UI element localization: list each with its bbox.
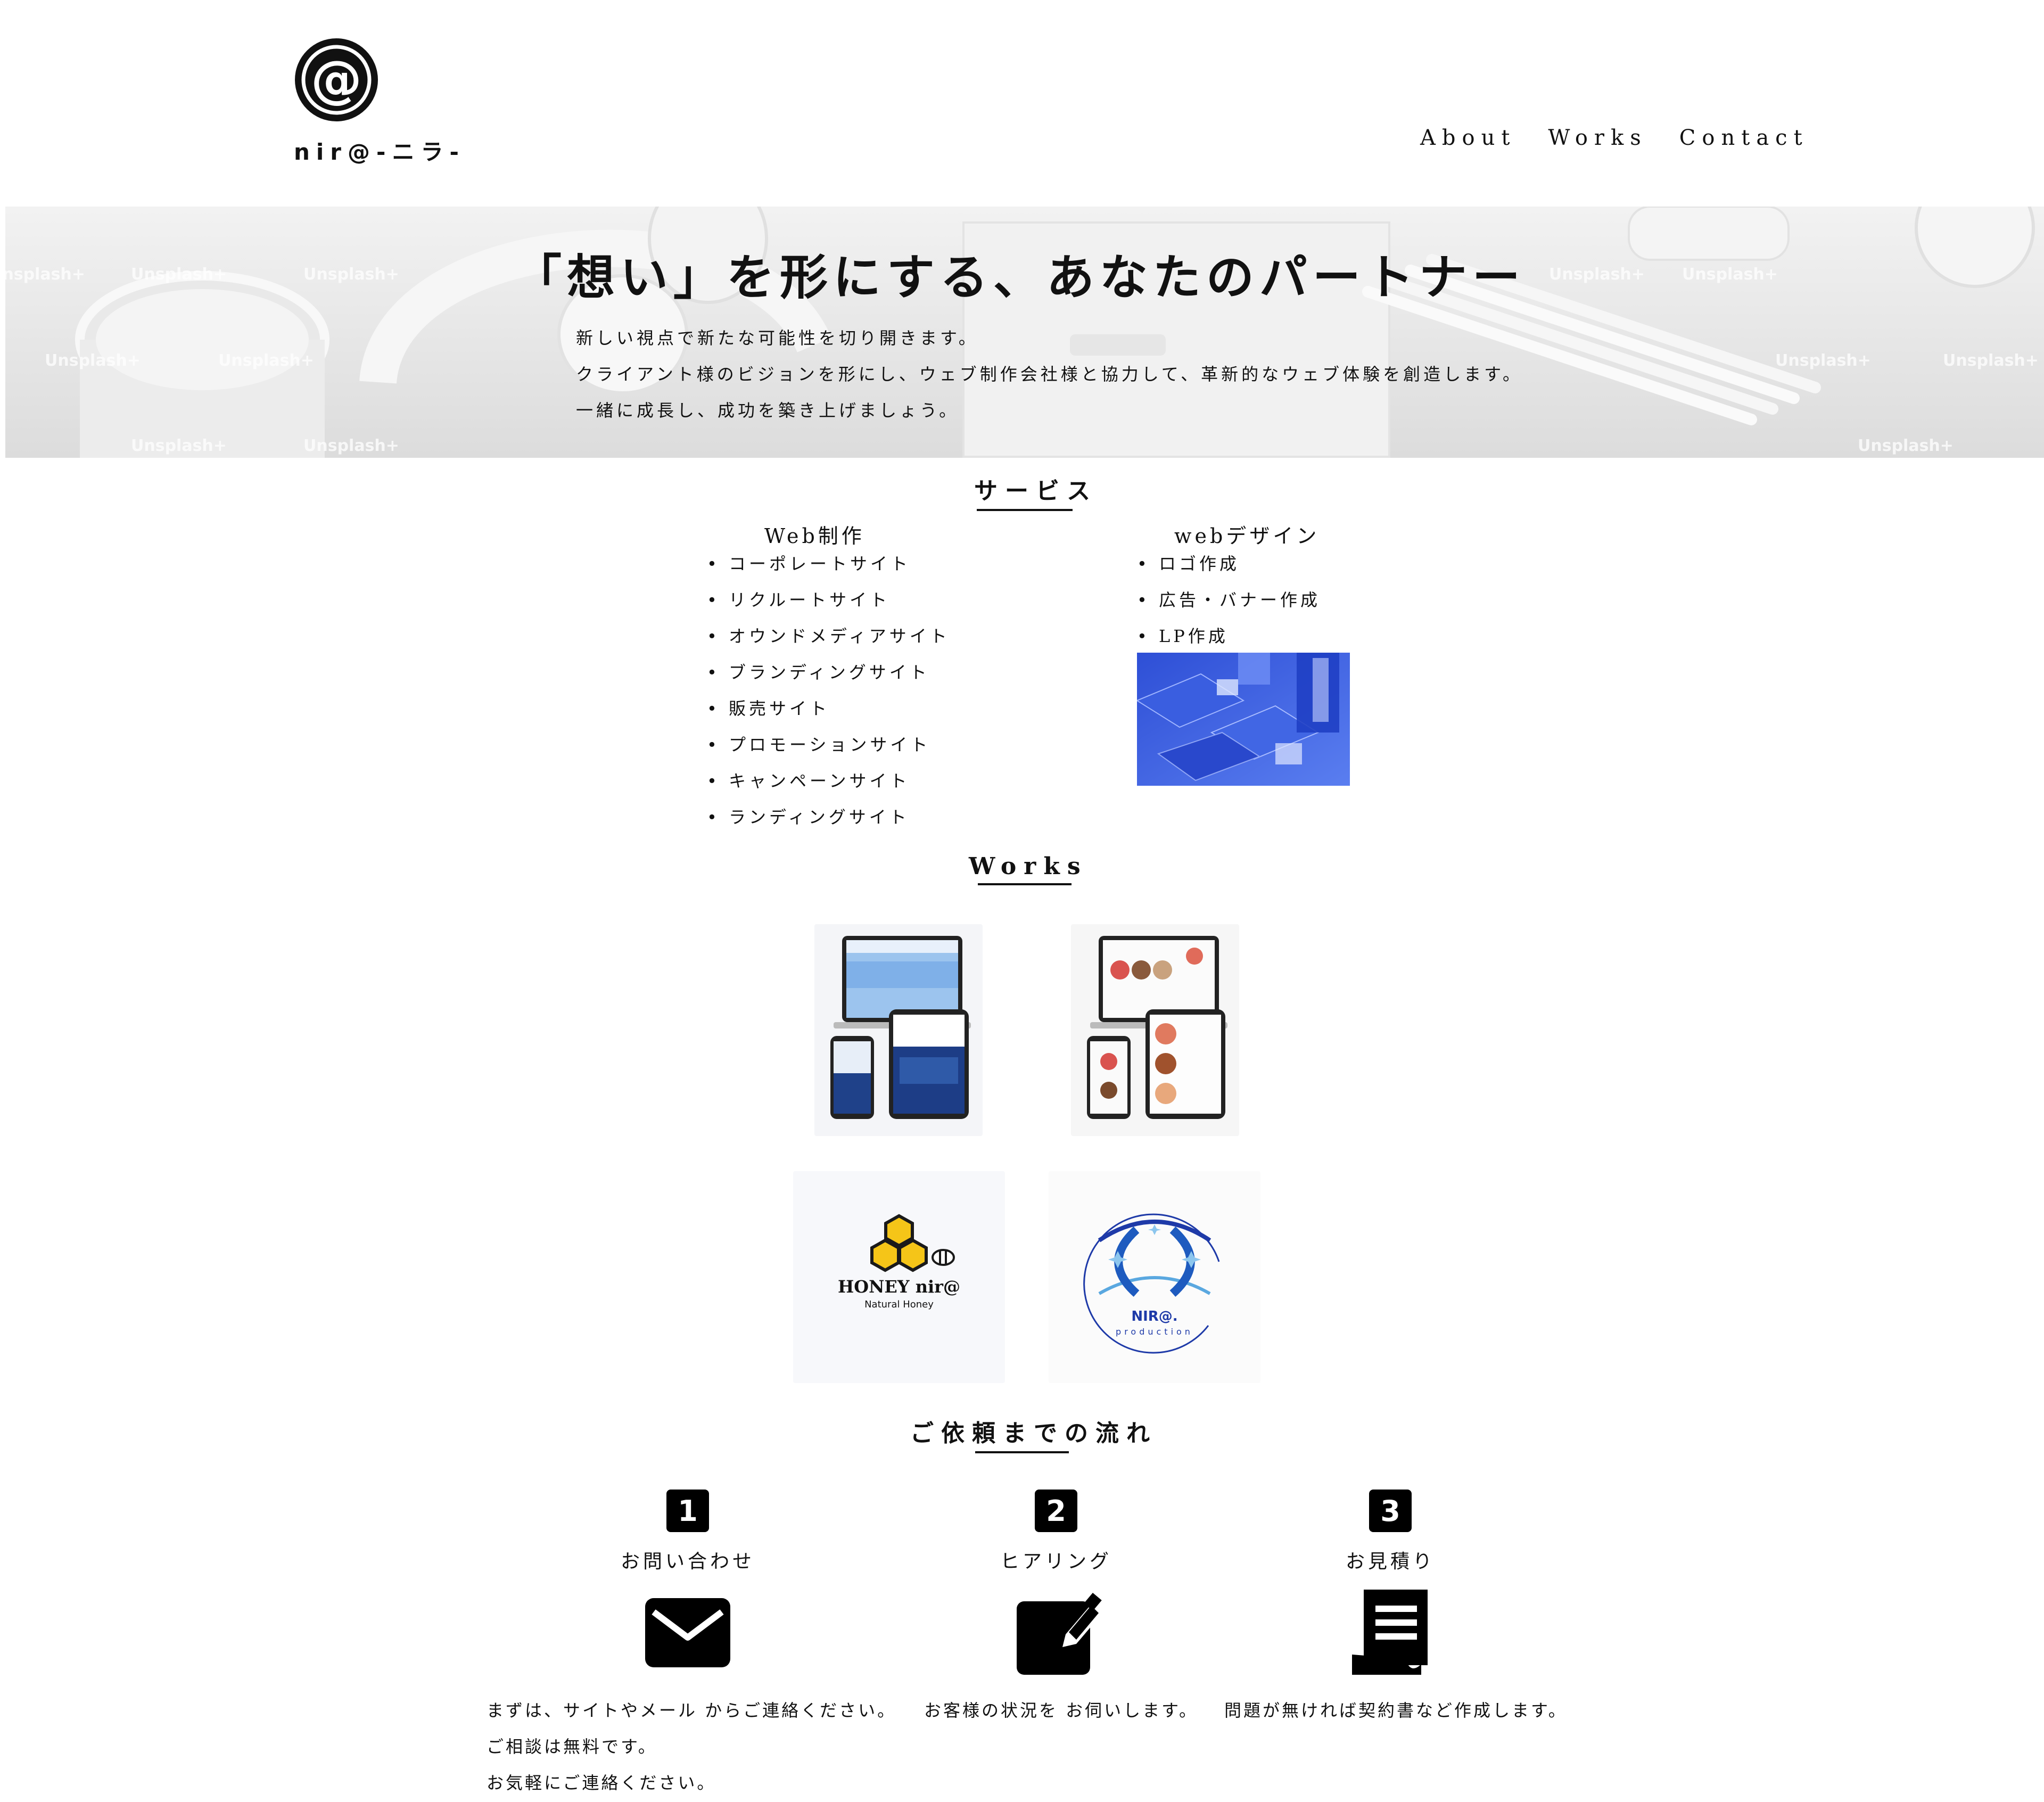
main-nav: About Works Contact <box>1420 126 1809 150</box>
nav-contact[interactable]: Contact <box>1679 126 1809 150</box>
step-description: まずは、サイトやメール からご連絡ください。 <box>487 1700 897 1721</box>
brand-name[interactable]: nir@-ニラ- <box>294 134 465 167</box>
watermark-text: Unsplash+ <box>1549 265 1645 284</box>
edit-icon <box>1017 1590 1102 1677</box>
watermark-text: Unsplash+ <box>303 437 399 455</box>
step-number-badge: 2 <box>1035 1490 1077 1532</box>
services-heading: サービス <box>974 472 1090 511</box>
honey-logo-title: HONEY nir@ <box>837 1277 960 1297</box>
service-item: • 広告・バナー作成 <box>1137 590 1321 610</box>
mail-icon <box>645 1598 730 1669</box>
step-description: お客様の状況を お伺いします。 <box>924 1700 1198 1721</box>
work-thumbnail-honey-logo[interactable]: HONEY nir@ Natural Honey <box>793 1171 1005 1383</box>
services-heading-text: サービス <box>974 478 1098 505</box>
watermark-text: Unsplash+ <box>5 265 85 284</box>
watermark-text: Unsplash+ <box>131 265 227 284</box>
works-heading-text: Works <box>969 853 1088 880</box>
svg-text:@: @ <box>311 50 362 109</box>
service-item: • キャンペーンサイト <box>707 771 910 791</box>
nav-about[interactable]: About <box>1420 126 1516 150</box>
watermark-text: Unsplash+ <box>1858 437 1954 455</box>
document-icon <box>1352 1590 1432 1677</box>
step-description: ご相談は無料です。 <box>487 1737 657 1757</box>
step-number-badge: 3 <box>1369 1490 1412 1532</box>
nira-logo-subtitle: production <box>1116 1327 1193 1337</box>
watermark-text: Unsplash+ <box>1682 265 1778 284</box>
hero-text-line: 一緒に成長し、成功を築き上げましょう。 <box>576 400 960 421</box>
heading-underline <box>975 1451 1069 1453</box>
nira-emblem-icon <box>1083 1213 1220 1354</box>
watermark-text: Unsplash+ <box>131 437 227 455</box>
heading-underline <box>978 883 1072 885</box>
step-description: お気軽にご連絡ください。 <box>487 1773 716 1793</box>
nira-logo-title: NIR@. <box>1131 1309 1178 1324</box>
service-item: • リクルートサイト <box>707 590 891 610</box>
works-heading: Works <box>969 853 1081 885</box>
work-thumbnail-food-site[interactable] <box>1071 924 1239 1136</box>
flow-heading: ご依頼までの流れ <box>910 1414 1150 1453</box>
service-column-title: Web制作 <box>764 524 865 548</box>
service-item: • ロゴ作成 <box>1137 554 1240 574</box>
honey-logo-subtitle: Natural Honey <box>864 1299 934 1310</box>
step-title: お問い合わせ <box>620 1551 755 1573</box>
service-item: • コーポレートサイト <box>707 554 911 574</box>
watermark-text: Unsplash+ <box>218 351 314 370</box>
watermark-text: Unsplash+ <box>1775 351 1871 370</box>
work-thumbnail-production-site[interactable] <box>814 924 983 1136</box>
service-item: • LP作成 <box>1137 626 1229 646</box>
watermark-text: Unsplash+ <box>303 265 399 284</box>
flow-heading-text: ご依頼までの流れ <box>910 1420 1157 1447</box>
step-title: お見積り <box>1345 1551 1435 1573</box>
site-logo[interactable]: @ <box>294 37 379 122</box>
bee-icon <box>932 1249 955 1266</box>
service-column-title: webデザイン <box>1174 524 1320 548</box>
step-title: ヒアリング <box>1000 1551 1112 1573</box>
service-item: • 販売サイト <box>707 698 830 719</box>
service-item: • プロモーションサイト <box>707 735 931 755</box>
work-thumbnail-nira-production-logo[interactable]: NIR@. production <box>1049 1171 1260 1383</box>
step-number-badge: 1 <box>666 1490 709 1532</box>
heading-underline <box>977 509 1073 511</box>
nav-works[interactable]: Works <box>1548 126 1647 150</box>
service-item: • オウンドメディアサイト <box>707 626 950 646</box>
step-description: 問題が無ければ契約書など作成します。 <box>1224 1700 1568 1721</box>
watermark-text: Unsplash+ <box>1943 351 2039 370</box>
hero-text-line: クライアント様のビジョンを形にし、ウェブ制作会社様と協力して、革新的なウェブ体験… <box>576 364 1523 384</box>
service-item: • ブランディングサイト <box>707 662 930 682</box>
watermark-text: Unsplash+ <box>45 351 141 370</box>
service-item: • ランディングサイト <box>707 807 910 827</box>
hero-text-line: 新しい視点で新たな可能性を切り開きます。 <box>576 328 979 348</box>
hero-title: 「想い」を形にする、あなたのパートナー <box>514 249 1526 306</box>
design-sample-image <box>1137 653 1350 786</box>
